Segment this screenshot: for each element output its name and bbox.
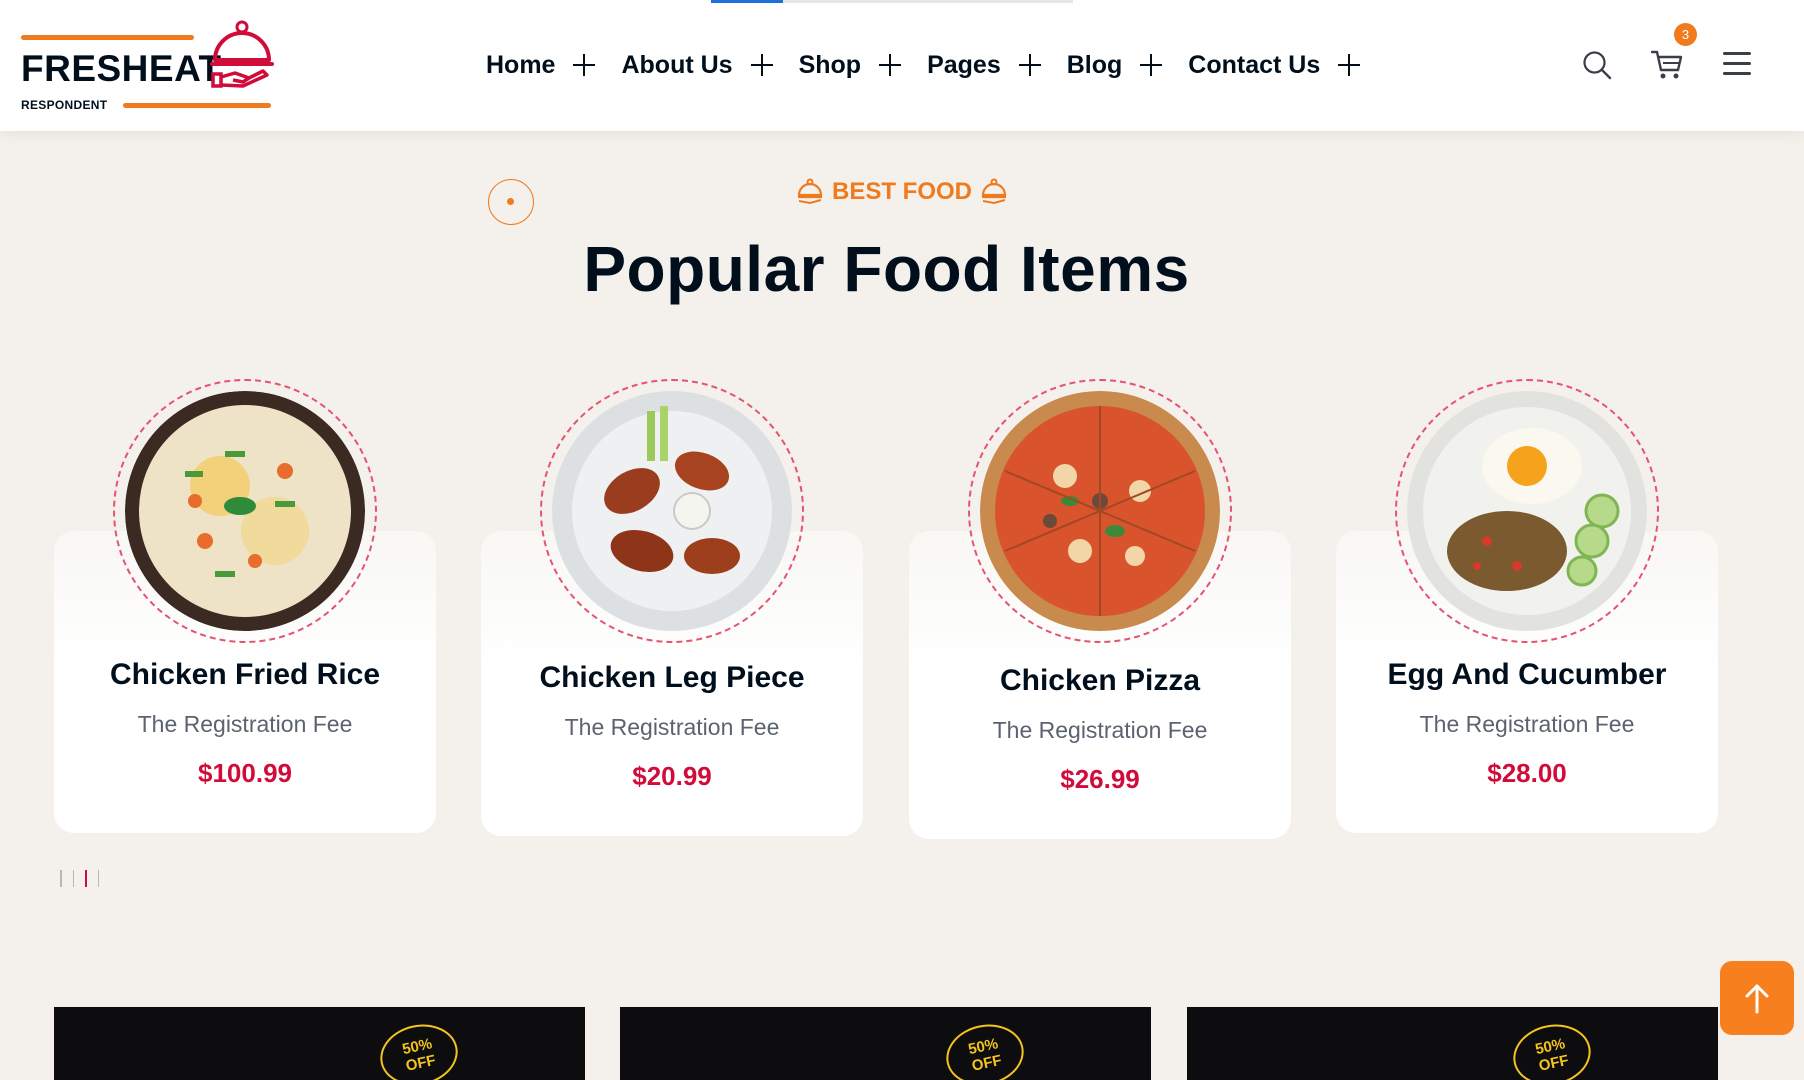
food-description: The Registration Fee xyxy=(137,711,353,737)
food-price: $100.99 xyxy=(198,758,292,788)
section-title: Popular Food Items xyxy=(583,233,1190,305)
food-price: $28.00 xyxy=(1487,758,1567,788)
loading-progress-bar xyxy=(711,0,1073,3)
nav-item-blog[interactable]: Blog xyxy=(1067,51,1163,80)
cart-count-badge: 3 xyxy=(1674,23,1697,46)
site-logo[interactable]: FRESHEAT RESPONDENT xyxy=(21,20,276,115)
nav-item-label: Blog xyxy=(1066,50,1123,79)
nav-item-label: Shop xyxy=(798,50,862,79)
discount-badge: 50% OFF xyxy=(374,1017,464,1080)
pager-bullet[interactable] xyxy=(72,870,74,887)
food-price: $20.99 xyxy=(632,761,712,791)
promo-banner[interactable]: 50% OFF xyxy=(620,1007,1151,1080)
pizza-image[interactable] xyxy=(980,391,1220,631)
food-image-ring xyxy=(1395,379,1659,643)
pager-bullet[interactable] xyxy=(97,870,99,887)
cloche-icon xyxy=(797,178,823,205)
pager-bullet[interactable] xyxy=(60,870,62,887)
search-icon[interactable] xyxy=(1582,50,1612,80)
food-name[interactable]: Chicken Fried Rice xyxy=(54,658,436,692)
nav-item-contact-us[interactable]: Contact Us xyxy=(1188,50,1361,80)
nav-item-label: Home xyxy=(486,50,556,79)
plus-icon[interactable] xyxy=(879,54,902,76)
plus-icon[interactable] xyxy=(750,54,773,76)
section-kicker-text: BEST FOOD xyxy=(831,178,972,205)
nav-item-pages[interactable]: Pages xyxy=(927,51,1041,80)
plus-icon[interactable] xyxy=(1140,54,1163,76)
discount-badge: 50% OFF xyxy=(940,1017,1030,1080)
food-name[interactable]: Chicken Pizza xyxy=(909,664,1291,698)
discount-badge: 50% OFF xyxy=(1507,1017,1597,1080)
food-name[interactable]: Chicken Leg Piece xyxy=(481,661,863,695)
carousel-pager xyxy=(60,870,99,887)
nav-item-label: About Us xyxy=(621,50,733,79)
food-description: The Registration Fee xyxy=(1419,711,1635,737)
food-name[interactable]: Egg And Cucumber xyxy=(1336,658,1718,692)
food-image-ring xyxy=(540,379,804,643)
site-header: FRESHEAT RESPONDENT Home About Us Shop P… xyxy=(0,0,1804,131)
food-description: The Registration Fee xyxy=(992,717,1208,743)
main-nav: Home About Us Shop Pages Blog Contact Us xyxy=(486,45,1386,85)
brand-name: FRESHEAT xyxy=(21,48,222,89)
cart-icon[interactable] xyxy=(1651,49,1683,81)
fried-rice-image[interactable] xyxy=(125,391,365,631)
food-image-ring xyxy=(968,379,1232,643)
egg-cucumber-image[interactable] xyxy=(1407,391,1647,631)
nav-item-shop[interactable]: Shop xyxy=(799,51,902,80)
arrow-up-icon xyxy=(1745,984,1769,1014)
nav-item-label: Pages xyxy=(927,50,1001,79)
section-kicker: BEST FOOD xyxy=(0,178,1804,213)
food-description: The Registration Fee xyxy=(564,714,780,740)
chicken-leg-image[interactable] xyxy=(552,391,792,631)
cloche-icon xyxy=(981,178,1007,205)
brand-tagline: RESPONDENT xyxy=(21,98,108,112)
cloche-hand-icon xyxy=(210,20,274,88)
nav-item-label: Contact Us xyxy=(1188,50,1321,79)
plus-icon[interactable] xyxy=(1018,54,1041,76)
promo-banner[interactable]: 50% OFF xyxy=(1187,1007,1718,1080)
promo-banner[interactable]: 50% OFF xyxy=(54,1007,585,1080)
scroll-to-top-button[interactable] xyxy=(1720,961,1794,1035)
food-price: $26.99 xyxy=(1060,764,1140,794)
pager-bullet-active[interactable] xyxy=(85,870,87,887)
hamburger-menu-icon[interactable] xyxy=(1723,52,1751,76)
nav-item-home[interactable]: Home xyxy=(486,50,596,80)
plus-icon[interactable] xyxy=(573,54,596,76)
plus-icon[interactable] xyxy=(1338,54,1361,76)
nav-item-about-us[interactable]: About Us xyxy=(621,50,773,80)
food-image-ring xyxy=(113,379,377,643)
